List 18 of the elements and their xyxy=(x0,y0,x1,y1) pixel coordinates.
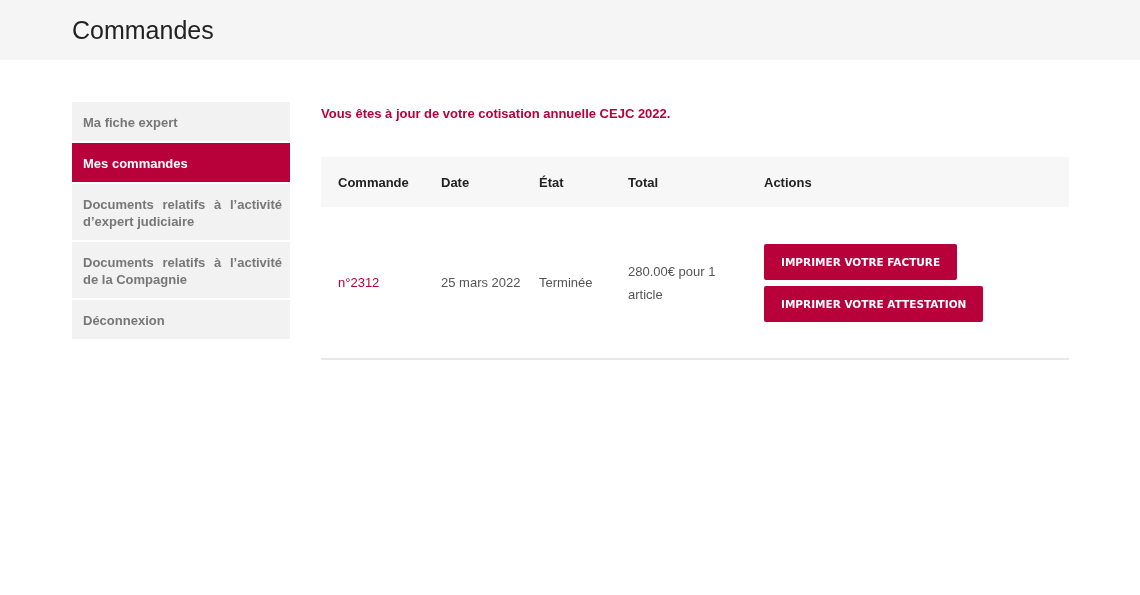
column-header: Commande xyxy=(321,157,441,207)
column-header: Total xyxy=(628,157,764,207)
table-cell-text: 280.00€ pour 1 article xyxy=(628,262,717,304)
sidebar-item[interactable]: Documents relatifs à l’activité d’expert judiciaire xyxy=(72,184,290,240)
page-title: Commandes xyxy=(72,15,214,45)
print-button[interactable]: IMPRIMER VOTRE ATTESTATION xyxy=(764,285,984,322)
sidebar-item[interactable]: Ma fiche expert xyxy=(72,102,290,141)
sidebar-item[interactable]: Déconnexion xyxy=(72,300,290,339)
order-link[interactable]: n°2312 xyxy=(338,275,380,290)
notice-text: Vous êtes à jour de votre cotisation annuelle CEJC 2022. xyxy=(321,106,672,121)
column-header: État xyxy=(539,157,628,207)
table-cell: Terminée xyxy=(539,275,593,290)
sidebar-item[interactable]: Mes commandes xyxy=(72,143,290,182)
print-button[interactable]: IMPRIMER VOTRE FACTURE xyxy=(764,243,958,280)
table-cell-text: 25 mars 2022 xyxy=(441,274,522,292)
sidebar-item[interactable]: Documents relatifs à l’activité de la Compagnie xyxy=(72,242,290,298)
column-header: Date xyxy=(441,157,539,207)
column-header: Actions xyxy=(764,157,1069,207)
